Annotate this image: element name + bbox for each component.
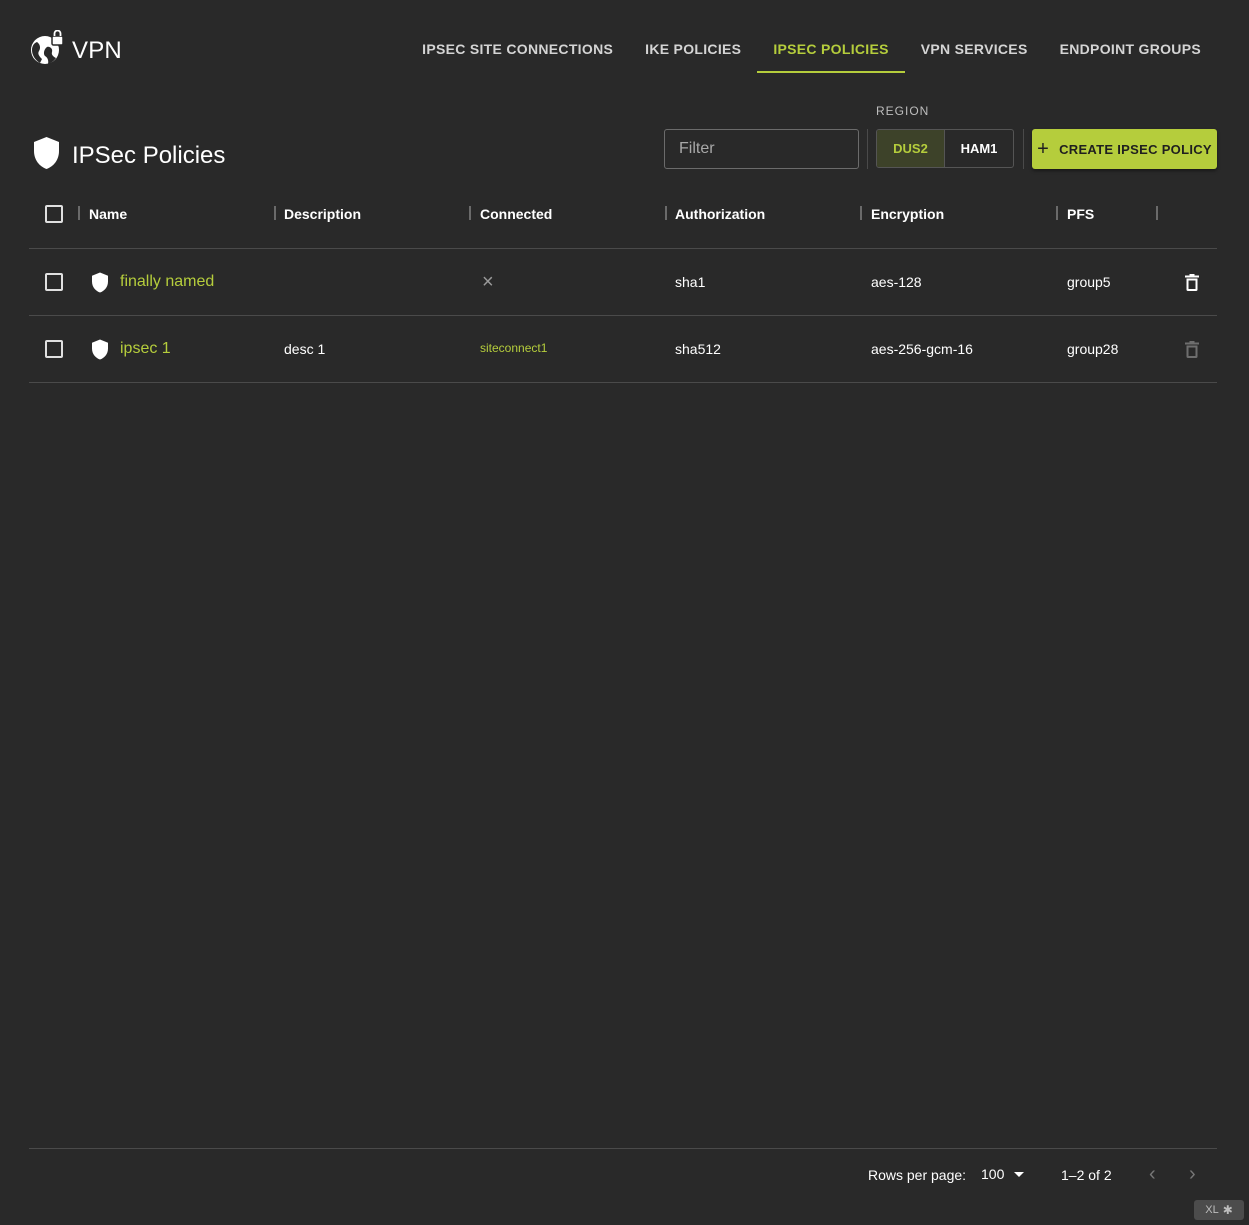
table-header: Name Description Connected Authorization…: [29, 180, 1217, 249]
toolbar-divider: [1023, 129, 1024, 169]
table-row[interactable]: finally named × sha1 aes-128 group5: [29, 249, 1217, 316]
delete-icon-disabled: [1185, 340, 1199, 358]
tab-ipsec-site-connections[interactable]: IPSEC SITE CONNECTIONS: [406, 24, 629, 73]
delete-icon[interactable]: [1185, 273, 1199, 291]
column-header-name[interactable]: Name: [89, 180, 127, 248]
delete-cell: [1185, 316, 1199, 382]
column-resize-handle[interactable]: [665, 206, 667, 220]
name-cell: finally named: [91, 249, 214, 315]
shield-icon: [32, 136, 61, 175]
select-all-cell: [45, 180, 63, 248]
close-icon: ×: [482, 270, 494, 293]
row-checkbox[interactable]: [45, 340, 63, 358]
bug-icon: ✱: [1222, 1203, 1233, 1217]
authorization-cell: sha1: [675, 274, 706, 290]
tab-ipsec-policies[interactable]: IPSEC POLICIES: [757, 24, 906, 73]
select-all-checkbox[interactable]: [45, 205, 63, 223]
encryption-cell: aes-256-gcm-16: [871, 341, 973, 357]
column-resize-handle[interactable]: [1056, 206, 1058, 220]
pfs-cell: group5: [1067, 274, 1111, 290]
tab-ike-policies[interactable]: IKE POLICIES: [629, 24, 757, 73]
column-resize-handle[interactable]: [860, 206, 862, 220]
shield-icon: [91, 339, 109, 360]
column-header-connected[interactable]: Connected: [480, 180, 552, 248]
name-cell: ipsec 1: [91, 316, 171, 382]
chevron-right-icon[interactable]: ›: [1189, 1163, 1196, 1186]
tab-vpn-services[interactable]: VPN SERVICES: [905, 24, 1044, 73]
chevron-left-icon[interactable]: ‹: [1149, 1163, 1156, 1186]
row-select-cell: [45, 316, 63, 382]
shield-icon: [91, 272, 109, 293]
app-title: VPN: [72, 36, 122, 64]
column-resize-handle[interactable]: [1156, 206, 1158, 220]
region-label: REGION: [876, 104, 930, 118]
section-tabs: IPSEC SITE CONNECTIONS IKE POLICIES IPSE…: [406, 24, 1217, 73]
plus-icon: +: [1037, 138, 1050, 160]
filter-input[interactable]: [664, 129, 859, 169]
page-title: IPSec Policies: [72, 141, 226, 169]
delete-cell: [1185, 249, 1199, 315]
page-heading: IPSec Policies: [32, 136, 225, 175]
connected-cell: ×: [482, 249, 494, 315]
policy-name-link[interactable]: ipsec 1: [120, 340, 171, 358]
column-resize-handle[interactable]: [78, 206, 80, 220]
column-resize-handle[interactable]: [469, 206, 471, 220]
connected-cell: siteconnect1: [480, 316, 547, 382]
column-header-authorization[interactable]: Authorization: [675, 180, 765, 248]
breakpoint-label: XL: [1205, 1204, 1219, 1216]
pfs-cell: group28: [1067, 341, 1119, 357]
caret-down-icon: [1014, 1171, 1025, 1177]
tab-endpoint-groups[interactable]: ENDPOINT GROUPS: [1044, 24, 1217, 73]
region-button-ham1[interactable]: HAM1: [945, 130, 1013, 167]
globe-lock-icon: [30, 29, 64, 71]
row-checkbox[interactable]: [45, 273, 63, 291]
top-bar: VPN IPSEC SITE CONNECTIONS IKE POLICIES …: [0, 0, 1249, 96]
site-connection-link[interactable]: siteconnect1: [480, 341, 547, 355]
create-button-label: CREATE IPSEC POLICY: [1059, 141, 1212, 157]
row-select-cell: [45, 249, 63, 315]
app-brand[interactable]: VPN: [30, 29, 122, 71]
encryption-cell: aes-128: [871, 274, 922, 290]
policy-name-link[interactable]: finally named: [120, 273, 214, 291]
authorization-cell: sha512: [675, 341, 721, 357]
column-header-pfs[interactable]: PFS: [1067, 180, 1094, 248]
rows-per-page-select[interactable]: 100: [981, 1166, 1025, 1182]
region-selector: DUS2 HAM1: [876, 129, 1014, 168]
table-footer-divider: [29, 1148, 1217, 1149]
column-header-description[interactable]: Description: [284, 180, 361, 248]
toolbar-divider: [867, 129, 868, 169]
rows-per-page-value: 100: [981, 1166, 1005, 1182]
table-row[interactable]: ipsec 1 desc 1 siteconnect1 sha512 aes-2…: [29, 316, 1217, 383]
debug-badge[interactable]: XL ✱: [1194, 1200, 1244, 1220]
column-resize-handle[interactable]: [274, 206, 276, 220]
column-header-encryption[interactable]: Encryption: [871, 180, 944, 248]
region-button-dus2[interactable]: DUS2: [877, 130, 945, 167]
pagination-range: 1–2 of 2: [1061, 1167, 1112, 1183]
rows-per-page-label: Rows per page:: [868, 1167, 967, 1183]
description-cell: desc 1: [284, 341, 326, 357]
ipsec-policies-table: Name Description Connected Authorization…: [29, 180, 1217, 383]
create-ipsec-policy-button[interactable]: + CREATE IPSEC POLICY: [1032, 129, 1217, 169]
